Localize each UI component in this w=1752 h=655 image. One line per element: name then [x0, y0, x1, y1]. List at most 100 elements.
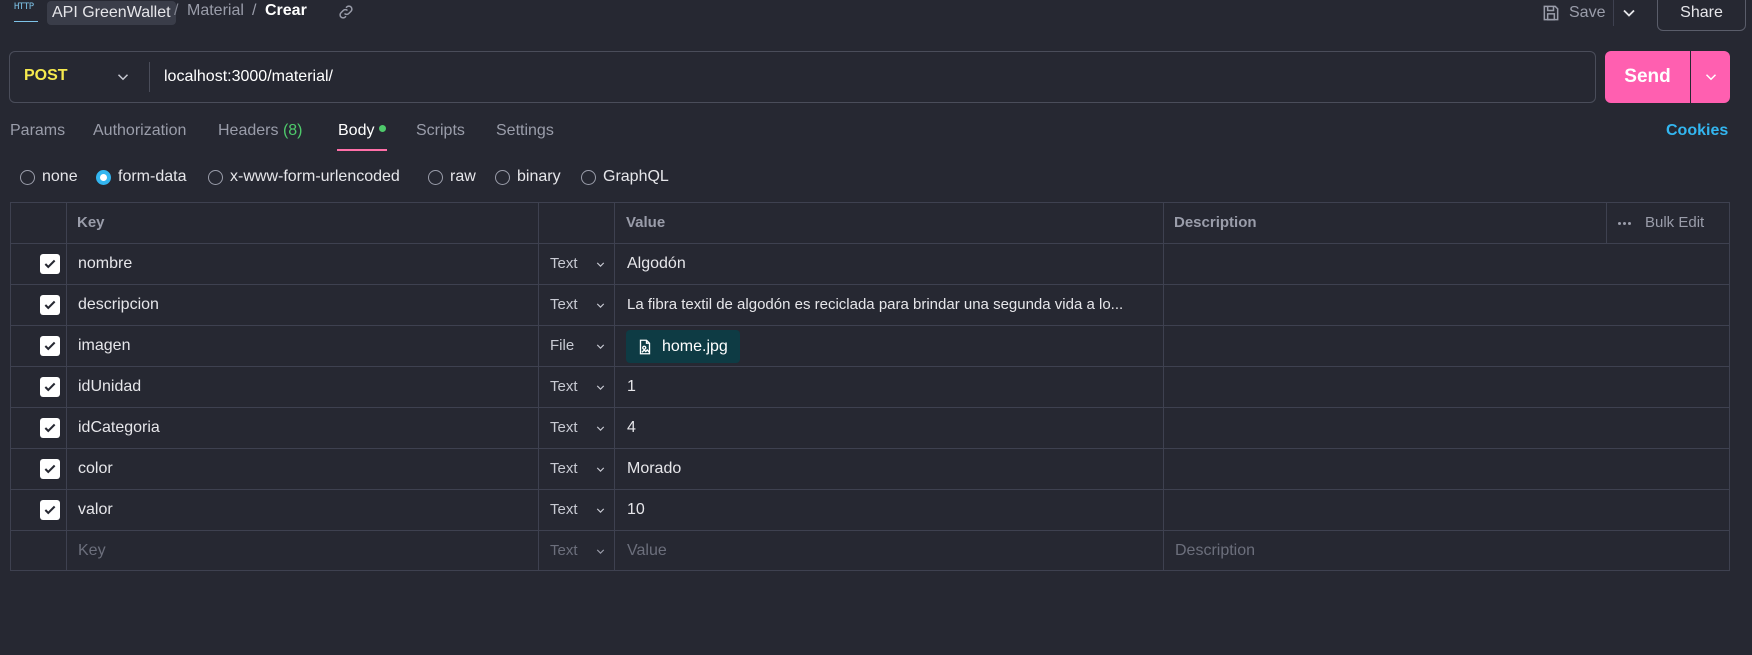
chevron-down-icon — [596, 303, 605, 308]
tab-scripts[interactable]: Scripts — [416, 122, 465, 140]
row-checkbox[interactable] — [40, 459, 60, 479]
radio-button[interactable] — [495, 169, 510, 185]
radio-form-data[interactable]: form-data — [96, 168, 186, 186]
row-value[interactable]: 1 — [627, 367, 636, 407]
headers-count: (8) — [282, 122, 303, 139]
file-name: home.jpg — [662, 338, 728, 355]
radio-label: raw — [450, 168, 476, 185]
body-type-selector: none form-data x-www-form-urlencoded raw… — [0, 168, 1752, 190]
save-icon — [1543, 5, 1559, 21]
row-key[interactable]: nombre — [78, 244, 132, 284]
tab-body-label: Body — [338, 122, 375, 139]
row-checkbox[interactable] — [40, 500, 60, 520]
radio-label: none — [42, 168, 78, 185]
tab-body[interactable]: Body — [338, 122, 387, 140]
request-url-bar: POST — [9, 51, 1596, 103]
column-header-description: Description — [1174, 214, 1257, 231]
key-placeholder[interactable]: Key — [78, 531, 106, 571]
type-label: Text — [550, 419, 578, 436]
type-label: Text — [550, 296, 578, 313]
radio-none[interactable]: none — [20, 168, 78, 186]
table-row: descripcion Text La fibra textil de algo… — [11, 285, 1729, 326]
radio-binary[interactable]: binary — [495, 168, 561, 186]
table-row: idUnidad Text 1 — [11, 367, 1729, 408]
radio-label: form-data — [118, 168, 187, 185]
value-placeholder[interactable]: Value — [627, 531, 667, 571]
table-row: valor Text 10 — [11, 490, 1729, 531]
tab-headers-label: Headers — [218, 122, 279, 139]
radio-button[interactable] — [96, 169, 111, 185]
http-icon: HTTP — [14, 2, 38, 22]
radio-button[interactable] — [20, 169, 35, 185]
table-row: color Text Morado — [11, 449, 1729, 490]
radio-button[interactable] — [208, 169, 223, 185]
type-select[interactable]: Text — [550, 490, 625, 530]
radio-raw[interactable]: raw — [428, 168, 476, 186]
chevron-down-icon[interactable] — [1619, 3, 1641, 23]
type-label: Text — [550, 378, 578, 395]
breadcrumb-folder[interactable]: Material — [187, 2, 244, 20]
chevron-down-icon — [596, 467, 605, 472]
save-label: Save — [1569, 4, 1606, 21]
divider — [1613, 0, 1614, 26]
row-checkbox[interactable] — [40, 377, 60, 397]
row-key[interactable]: idCategoria — [78, 408, 160, 448]
table-row-empty: Key Text Value Description — [11, 531, 1729, 572]
bulk-edit-button[interactable]: Bulk Edit — [1618, 203, 1704, 243]
bulk-edit-label: Bulk Edit — [1645, 214, 1705, 231]
row-key[interactable]: imagen — [78, 326, 130, 366]
radio-button[interactable] — [428, 169, 443, 185]
method-select[interactable]: POST — [24, 67, 68, 85]
row-key[interactable]: idUnidad — [78, 367, 141, 407]
row-value[interactable]: 10 — [627, 490, 645, 530]
chevron-down-icon — [596, 344, 605, 349]
share-button[interactable]: Share — [1657, 0, 1746, 31]
row-checkbox[interactable] — [40, 418, 60, 438]
row-checkbox[interactable] — [40, 254, 60, 274]
type-label: Text — [550, 501, 578, 518]
breadcrumb-collection[interactable]: API GreenWallet — [47, 1, 176, 25]
row-value[interactable]: 4 — [627, 408, 636, 448]
type-select[interactable]: Text — [550, 531, 625, 571]
chevron-down-icon[interactable] — [114, 68, 134, 86]
row-key[interactable]: descripcion — [78, 285, 159, 325]
row-value[interactable]: Algodón — [627, 244, 686, 284]
breadcrumb-separator: / — [174, 2, 179, 19]
send-options-button[interactable] — [1691, 51, 1730, 103]
row-checkbox[interactable] — [40, 336, 60, 356]
table-row: idCategoria Text 4 — [11, 408, 1729, 449]
file-icon — [639, 339, 651, 354]
description-placeholder[interactable]: Description — [1175, 531, 1255, 571]
top-bar: HTTP API GreenWallet / Material / Crear … — [0, 0, 1752, 31]
radio-label: binary — [517, 168, 561, 185]
tab-authorization[interactable]: Authorization — [93, 122, 186, 140]
send-button[interactable]: Send — [1605, 51, 1690, 103]
more-icon[interactable] — [1618, 221, 1631, 225]
save-button[interactable]: Save — [1541, 0, 1605, 26]
radio-graphql[interactable]: GraphQL — [581, 168, 669, 186]
type-select[interactable]: Text — [550, 449, 625, 489]
type-select[interactable]: Text — [550, 285, 625, 325]
radio-urlencoded[interactable]: x-www-form-urlencoded — [208, 168, 400, 186]
row-value[interactable]: Morado — [627, 449, 681, 489]
type-select[interactable]: Text — [550, 408, 625, 448]
file-chip[interactable]: home.jpg — [626, 330, 740, 363]
tab-headers[interactable]: Headers (8) — [218, 122, 303, 140]
breadcrumb-current[interactable]: Crear — [265, 2, 307, 20]
link-icon[interactable] — [337, 3, 355, 21]
row-value[interactable]: La fibra textil de algodón es reciclada … — [627, 285, 1157, 325]
type-select[interactable]: Text — [550, 244, 625, 284]
url-input[interactable] — [164, 66, 1564, 88]
row-key[interactable]: color — [78, 449, 113, 489]
row-key[interactable]: valor — [78, 490, 113, 530]
row-checkbox[interactable] — [40, 295, 60, 315]
type-label: Text — [550, 255, 578, 272]
chevron-down-icon — [596, 426, 605, 431]
radio-button[interactable] — [581, 169, 596, 185]
tab-params[interactable]: Params — [10, 122, 65, 140]
type-select[interactable]: Text — [550, 367, 625, 407]
tab-settings[interactable]: Settings — [496, 122, 554, 140]
type-select[interactable]: File — [550, 326, 625, 366]
form-data-table: Key Value Description Bulk Edit nombre T… — [10, 202, 1730, 571]
cookies-link[interactable]: Cookies — [1666, 122, 1728, 140]
